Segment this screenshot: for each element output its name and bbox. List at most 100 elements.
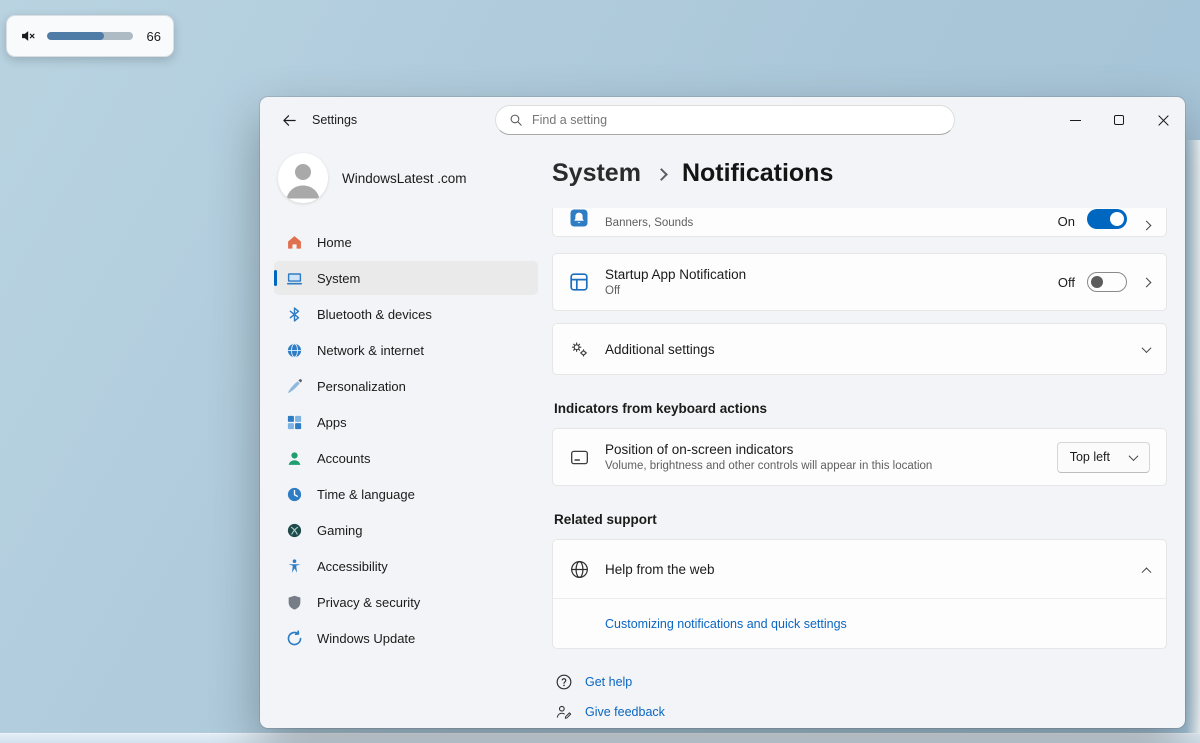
search-box[interactable] [495,105,955,135]
sidebar-item-home[interactable]: Home [274,225,538,259]
sidebar-item-bluetooth-devices[interactable]: Bluetooth & devices [274,297,538,331]
notifications-toggle-label: On [1058,214,1075,229]
maximize-button[interactable] [1097,97,1141,143]
back-button[interactable] [274,106,304,134]
sidebar-item-label: Accessibility [317,559,388,574]
globe-network-icon [286,342,303,359]
minimize-button[interactable] [1053,97,1097,143]
chevron-down-icon [1129,451,1139,461]
bluetooth-icon [286,306,303,323]
page-content: System Notifications Banners, Sounds On [552,143,1185,728]
sidebar-item-gaming[interactable]: Gaming [274,513,538,547]
get-help-icon [555,673,573,691]
xbox-icon [286,522,303,539]
sidebar-item-label: Gaming [317,523,363,538]
settings-window: Settings WindowsLatest .com [260,97,1185,728]
user-profile[interactable]: WindowsLatest .com [274,147,538,203]
startup-card-title: Startup App Notification [605,267,746,282]
sidebar-item-accessibility[interactable]: Accessibility [274,549,538,583]
chevron-up-icon [1142,567,1152,577]
sidebar-item-time-language[interactable]: Time & language [274,477,538,511]
update-arrows-icon [286,630,303,647]
breadcrumb-parent[interactable]: System [552,159,641,188]
chevron-down-icon [1142,343,1152,353]
startup-card-subtitle: Off [605,285,746,297]
help-from-web-header[interactable]: Help from the web [553,540,1166,598]
notifications-card-subtitle: Banners, Sounds [605,217,693,229]
give-feedback-link[interactable]: Give feedback [585,705,665,719]
startup-toggle-label: Off [1058,275,1075,290]
position-dropdown[interactable]: Top left [1057,442,1150,473]
notification-bell-icon [569,208,590,229]
help-link-row: Customizing notifications and quick sett… [553,599,1166,648]
sidebar-item-system[interactable]: System [274,261,538,295]
search-input[interactable] [532,113,941,127]
sidebar-item-apps[interactable]: Apps [274,405,538,439]
accessibility-icon [286,558,303,575]
startup-app-notification-card[interactable]: Startup App Notification Off Off [552,253,1167,311]
additional-settings-card[interactable]: Additional settings [552,323,1167,375]
sidebar: WindowsLatest .com Home System Bluetooth… [260,143,552,728]
sidebar-item-label: Apps [317,415,347,430]
sidebar-nav: Home System Bluetooth & devices Network … [274,225,538,655]
get-help-link[interactable]: Get help [585,675,632,689]
close-button[interactable] [1141,97,1185,143]
position-dropdown-value: Top left [1070,450,1110,464]
additional-settings-title: Additional settings [605,342,715,357]
sidebar-item-network-internet[interactable]: Network & internet [274,333,538,367]
volume-muted-icon[interactable] [19,27,37,45]
breadcrumb: System Notifications [552,159,1167,188]
on-screen-indicator-icon [569,447,590,468]
minimize-icon [1070,120,1081,121]
wallpaper-highlight [1186,140,1200,733]
titlebar: Settings [260,97,1185,143]
sidebar-item-label: Network & internet [317,343,424,358]
notifications-card[interactable]: Banners, Sounds On [552,208,1167,237]
help-from-web-title: Help from the web [605,562,715,577]
customizing-notifications-link[interactable]: Customizing notifications and quick sett… [605,617,847,631]
home-icon [286,234,303,251]
clock-icon [286,486,303,503]
breadcrumb-chevron-icon [655,168,668,181]
chevron-right-icon [1142,277,1152,287]
volume-flyout: 66 [6,15,174,57]
gears-icon [569,339,590,360]
maximize-icon [1114,115,1124,125]
sidebar-item-label: Home [317,235,352,250]
shield-icon [286,594,303,611]
app-title: Settings [312,113,357,127]
footer-links: Get help Give feedback [552,673,1167,721]
user-name: WindowsLatest .com [342,171,467,186]
notifications-toggle[interactable] [1087,209,1127,229]
taskbar[interactable] [0,733,1200,743]
back-arrow-icon [282,113,297,128]
paintbrush-icon [286,378,303,395]
sidebar-item-label: Bluetooth & devices [317,307,432,322]
section-heading-related-support: Related support [554,512,1167,527]
sidebar-item-label: System [317,271,360,286]
volume-slider[interactable] [47,32,133,40]
sidebar-item-personalization[interactable]: Personalization [274,369,538,403]
feedback-icon [555,703,573,721]
position-indicators-card: Position of on-screen indicators Volume,… [552,428,1167,486]
sidebar-item-label: Accounts [317,451,370,466]
position-card-subtitle: Volume, brightness and other controls wi… [605,460,932,472]
help-from-web-card: Help from the web Customizing notificati… [552,539,1167,649]
avatar [278,153,328,203]
get-help-row: Get help [552,673,1167,691]
page-title: Notifications [682,159,833,188]
sidebar-item-label: Privacy & security [317,595,420,610]
sidebar-item-accounts[interactable]: Accounts [274,441,538,475]
sidebar-item-windows-update[interactable]: Windows Update [274,621,538,655]
sidebar-item-privacy-security[interactable]: Privacy & security [274,585,538,619]
startup-app-icon [569,272,590,293]
position-card-title: Position of on-screen indicators [605,442,932,457]
chevron-right-icon [1142,221,1152,231]
volume-slider-fill [47,32,104,40]
startup-toggle[interactable] [1087,272,1127,292]
globe-icon [569,559,590,580]
section-heading-indicators: Indicators from keyboard actions [554,401,1167,416]
sidebar-item-label: Time & language [317,487,415,502]
give-feedback-row: Give feedback [552,703,1167,721]
sidebar-item-label: Personalization [317,379,406,394]
